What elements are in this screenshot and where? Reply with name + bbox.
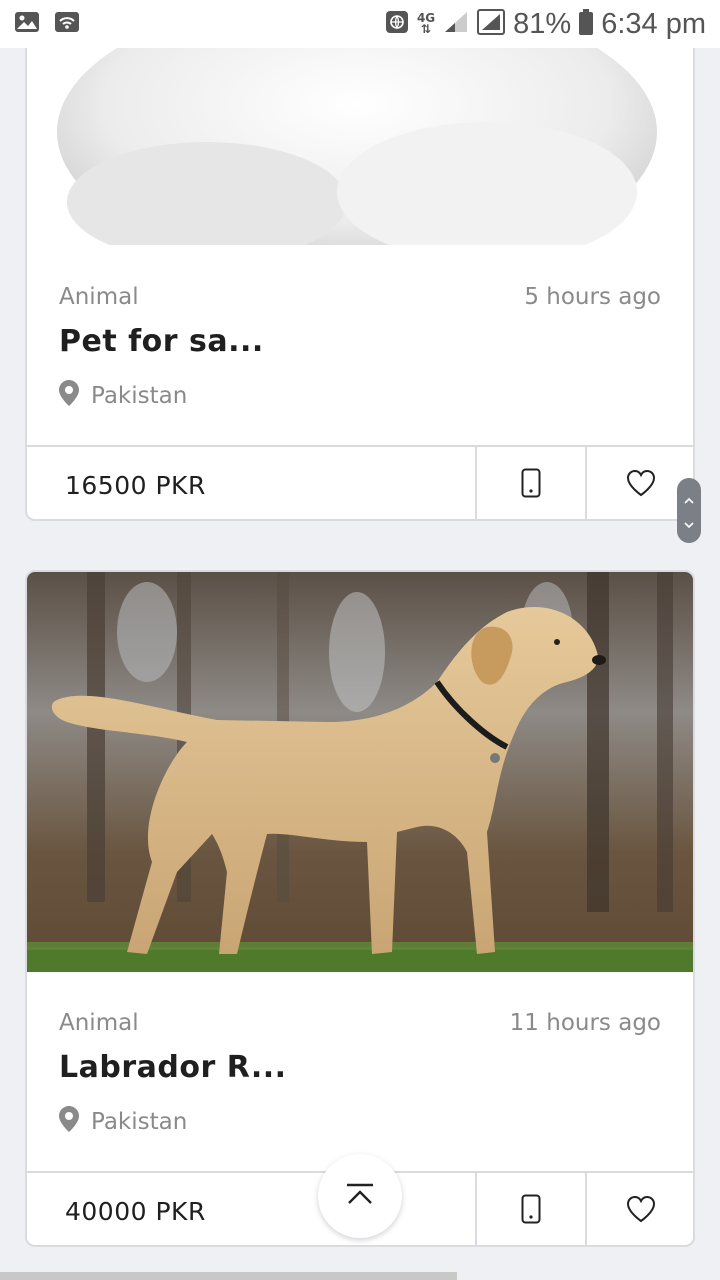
listing-image[interactable] [27, 572, 693, 972]
listing-footer: 16500 PKR [27, 445, 693, 519]
fast-scroll-handle[interactable] [677, 478, 701, 543]
horizontal-scrollbar [0, 1272, 457, 1280]
battery-icon [579, 9, 594, 39]
heart-icon [626, 469, 656, 501]
listing-location: Pakistan [59, 380, 187, 412]
listing-title[interactable]: Pet for sa... [59, 324, 264, 359]
clock: 6:34 pm [601, 7, 706, 40]
chevron-up-icon [345, 1183, 375, 1209]
call-button[interactable] [475, 447, 585, 519]
location-text: Pakistan [91, 383, 188, 409]
chevron-up-icon [684, 489, 694, 508]
gallery-icon [14, 11, 40, 37]
signal-icon [443, 10, 469, 38]
listing-time: 5 hours ago [524, 284, 661, 310]
listing-meta: Animal 11 hours ago [59, 1010, 661, 1036]
map-pin-icon [59, 1106, 79, 1138]
listing-price: 16500 PKR [65, 470, 206, 500]
chevron-down-icon [684, 514, 694, 533]
wifi-icon [54, 11, 80, 37]
back-to-top-button[interactable] [318, 1154, 402, 1238]
status-bar: 4G ⇅ 81% 6:34 pm [0, 0, 720, 48]
listing-meta: Animal 5 hours ago [59, 284, 661, 310]
listing-title[interactable]: Labrador R... [59, 1050, 287, 1085]
phone-icon [521, 468, 541, 502]
heart-icon [626, 1195, 656, 1227]
listing-time: 11 hours ago [509, 1010, 661, 1036]
favorite-button[interactable] [585, 1173, 693, 1245]
listing-card[interactable]: Animal 5 hours ago Pet for sa... Pakista… [25, 0, 695, 521]
listing-card[interactable]: Animal 11 hours ago Labrador R... Pakist… [25, 570, 695, 1247]
map-pin-icon [59, 380, 79, 412]
listing-category: Animal [59, 1010, 139, 1036]
phone-icon [521, 1194, 541, 1228]
listing-price: 40000 PKR [65, 1196, 206, 1226]
network-type: 4G ⇅ [416, 11, 436, 36]
signal-icon-2 [477, 9, 506, 39]
call-button[interactable] [475, 1173, 585, 1245]
location-text: Pakistan [91, 1109, 188, 1135]
vpn-icon [385, 10, 409, 38]
listing-category: Animal [59, 284, 139, 310]
battery-percent: 81% [513, 7, 572, 40]
listing-location: Pakistan [59, 1106, 187, 1138]
